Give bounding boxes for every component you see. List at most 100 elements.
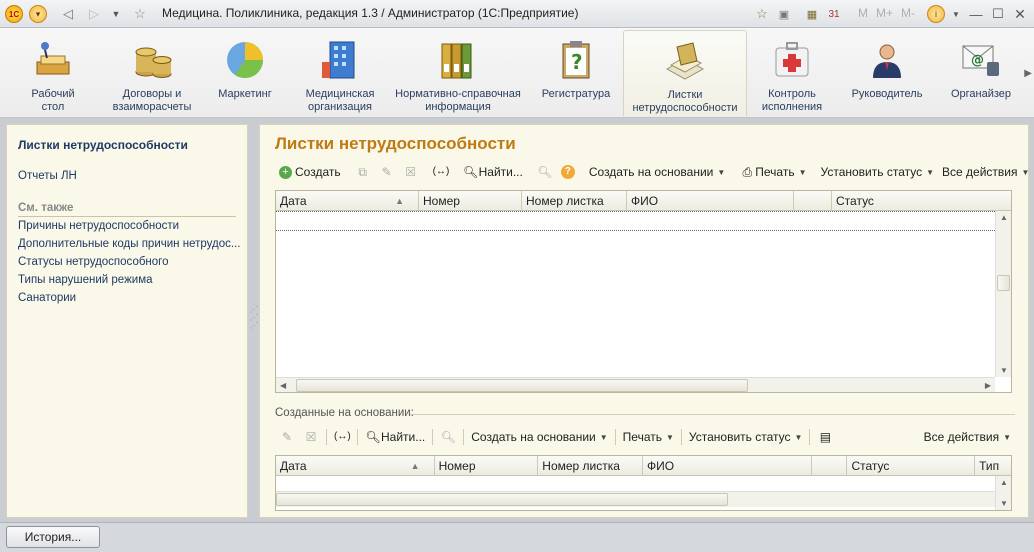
section-sick-leave[interactable]: Листки нетрудоспособности — [623, 30, 747, 116]
nav-link-statuses[interactable]: Статусы нетрудоспособного — [18, 256, 169, 268]
section-marketing[interactable]: Маркетинг — [212, 30, 278, 116]
table-horizontal-scrollbar[interactable] — [276, 491, 995, 507]
copy-button[interactable]: ⧉ — [351, 161, 375, 183]
main-form: Листки нетрудоспособности + Создать ⧉ ✎ … — [259, 124, 1029, 518]
print-button[interactable]: ⎙ Печать ▼ — [735, 161, 810, 183]
section-organizer[interactable]: @ Органайзер — [944, 30, 1018, 116]
report-search-icon: ▤ — [819, 430, 832, 444]
nav-link-sanatoriums[interactable]: Санатории — [18, 292, 76, 304]
column-type[interactable]: Тип — [975, 456, 1011, 476]
column-empty[interactable] — [794, 191, 832, 211]
help-button[interactable]: ? — [557, 161, 579, 183]
sub-edit-button[interactable]: ✎ — [275, 426, 299, 448]
scroll-thumb[interactable] — [997, 275, 1010, 291]
memory-plus-button[interactable]: M+ — [876, 6, 893, 20]
section-registry[interactable]: ? Регистратура — [538, 30, 614, 116]
sub-delete-button[interactable]: ☒ — [299, 426, 323, 448]
sub-set-status-button[interactable]: Установить статус ▼ — [685, 426, 807, 448]
create-label: Создать — [295, 165, 341, 179]
info-icon[interactable]: i — [926, 4, 946, 24]
app-logo-icon[interactable]: 1С — [4, 4, 24, 24]
main-menu-button[interactable]: ▾ — [28, 4, 48, 24]
column-fio[interactable]: ФИО — [627, 191, 794, 211]
column-sheet-number[interactable]: Номер листка — [522, 191, 627, 211]
scroll-left-icon[interactable]: ◀ — [280, 381, 286, 390]
table-row[interactable] — [276, 211, 995, 231]
delete-button[interactable]: ☒ — [399, 161, 423, 183]
column-fio[interactable]: ФИО — [643, 456, 812, 476]
section-reference[interactable]: Нормативно-справочная информация — [392, 30, 524, 116]
scroll-down-icon[interactable]: ▼ — [1000, 366, 1008, 375]
see-also-heading: См. также — [18, 202, 74, 214]
favorite-star-icon[interactable]: ☆ — [130, 4, 150, 24]
scroll-thumb[interactable] — [296, 379, 748, 392]
calculator-icon[interactable]: ▦ — [802, 4, 822, 24]
minimize-icon[interactable]: — — [966, 4, 986, 24]
sub-interval-button[interactable]: (↔) — [330, 426, 354, 448]
separator — [463, 429, 465, 445]
section-control[interactable]: Контроль исполнения — [756, 30, 828, 116]
chevron-down-icon: ▼ — [926, 167, 935, 177]
scroll-up-icon[interactable]: ▲ — [1000, 478, 1008, 487]
bookmark-icon[interactable]: ▣ — [774, 4, 794, 24]
interval-button[interactable]: (↔) — [429, 161, 453, 183]
all-actions-button[interactable]: Все действия ▼ — [938, 161, 1033, 183]
sub-print-button[interactable]: Печать ▼ — [619, 426, 678, 448]
scroll-thumb[interactable] — [276, 493, 728, 506]
sub-create-based-button[interactable]: Создать на основании ▼ — [467, 426, 611, 448]
memory-m-button[interactable]: M — [858, 6, 868, 20]
favorites-icon[interactable]: ☆ — [752, 4, 772, 24]
section-medical-org[interactable]: Медицинская организация — [300, 30, 380, 116]
sub-cancel-search-button[interactable]: 🔍︎ — [436, 426, 460, 448]
history-button[interactable]: История... — [6, 526, 100, 548]
create-button[interactable]: + Создать — [275, 161, 345, 183]
column-date[interactable]: Дата ▲ — [276, 456, 435, 476]
table-horizontal-scrollbar[interactable]: ◀ ▶ — [276, 377, 995, 392]
section-label: Регистратура — [541, 88, 611, 100]
memory-minus-button[interactable]: M- — [901, 6, 915, 20]
section-manager[interactable]: Руководитель — [846, 30, 928, 116]
plus-icon: + — [279, 165, 292, 179]
scroll-down-icon[interactable]: ▼ — [1000, 499, 1008, 508]
info-dropdown-icon[interactable]: ▼ — [946, 4, 966, 24]
column-sheet-number[interactable]: Номер листка — [538, 456, 643, 476]
nav-item-reports[interactable]: Отчеты ЛН — [18, 170, 77, 182]
forward-icon[interactable]: ▷ — [84, 4, 104, 24]
find-button[interactable]: 🔍︎ Найти... — [459, 161, 527, 183]
column-number[interactable]: Номер — [435, 456, 539, 476]
maximize-icon[interactable]: ☐ — [988, 4, 1008, 24]
column-date[interactable]: Дата ▲ — [276, 191, 419, 211]
sub-find-button[interactable]: 🔍︎ Найти... — [361, 426, 429, 448]
nav-link-violation-types[interactable]: Типы нарушений режима — [18, 274, 153, 286]
nav-item-sick-leaves[interactable]: Листки нетрудоспособности — [18, 138, 188, 152]
back-icon[interactable]: ◁ — [58, 4, 78, 24]
history-dropdown-icon[interactable]: ▼ — [106, 4, 126, 24]
scroll-right-icon[interactable]: ▶ — [985, 381, 991, 390]
table-vertical-scrollbar[interactable]: ▲ ▼ — [995, 211, 1011, 377]
table-vertical-scrollbar[interactable]: ▲ ▼ — [995, 476, 1011, 510]
column-status[interactable]: Статус — [832, 191, 996, 211]
sub-report-button[interactable]: ▤ — [813, 426, 837, 448]
scroll-up-icon[interactable]: ▲ — [1000, 213, 1008, 222]
close-icon[interactable]: ✕ — [1010, 4, 1030, 24]
cancel-search-button[interactable]: 🔍︎ — [533, 161, 557, 183]
sick-leave-table[interactable]: Дата ▲ Номер Номер листка ФИО Статус ▲ ▼ … — [275, 190, 1012, 393]
sections-scroll-right-icon[interactable]: ▶ — [1024, 68, 1032, 79]
sub-create-based-label: Создать на основании — [471, 430, 596, 444]
set-status-button[interactable]: Установить статус ▼ — [817, 161, 939, 183]
nav-link-extra-codes[interactable]: Дополнительные коды причин нетрудос... — [18, 238, 240, 250]
magnifier-icon: 🔍︎ — [462, 165, 479, 179]
column-status[interactable]: Статус — [847, 456, 976, 476]
based-on-table[interactable]: Дата ▲ Номер Номер листка ФИО Статус Тип … — [275, 455, 1012, 511]
calendar-icon[interactable]: 31 — [824, 4, 844, 24]
create-based-button[interactable]: Создать на основании ▼ — [585, 161, 729, 183]
section-desktop[interactable]: Рабочий стол — [18, 30, 88, 116]
interval-icon: (↔) — [334, 431, 351, 442]
panel-splitter[interactable]: ⋰ ⋰ ⋰ — [250, 306, 258, 330]
column-empty[interactable] — [812, 456, 848, 476]
column-number[interactable]: Номер — [419, 191, 522, 211]
nav-link-reasons[interactable]: Причины нетрудоспособности — [18, 220, 179, 232]
edit-button[interactable]: ✎ — [375, 161, 399, 183]
section-contracts[interactable]: Договоры и взаиморасчеты — [104, 30, 200, 116]
sub-all-actions-button[interactable]: Все действия ▼ — [920, 426, 1015, 448]
